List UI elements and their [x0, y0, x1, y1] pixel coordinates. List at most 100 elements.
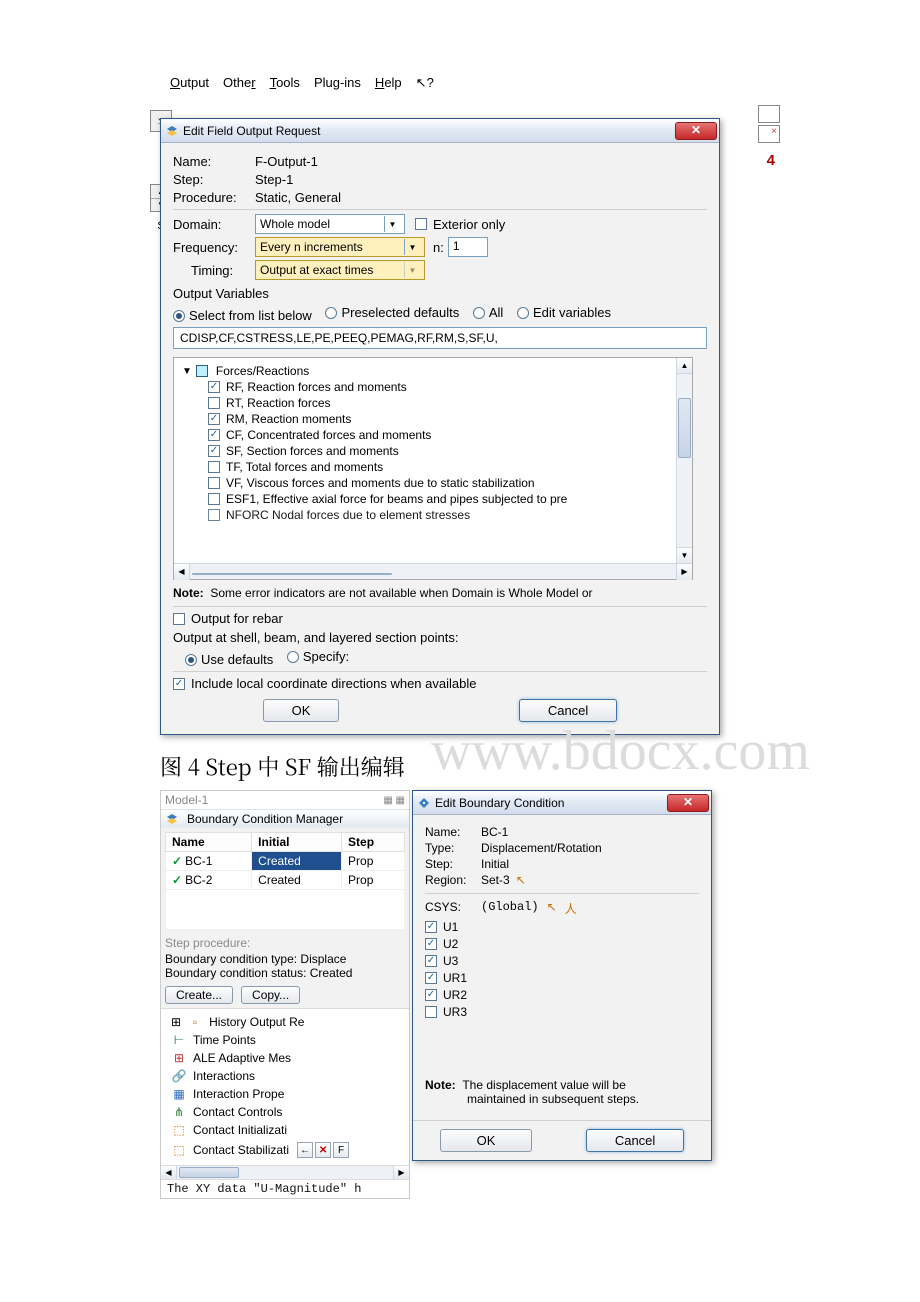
- table-row[interactable]: ✓BC-1 Created Prop: [166, 852, 405, 871]
- radio-specify[interactable]: Specify:: [287, 649, 349, 664]
- radio-select-from-list[interactable]: Select from list below: [173, 308, 312, 323]
- scroll-right-icon[interactable]: ▶: [676, 564, 692, 580]
- ebc-region-value: Set-3: [481, 873, 510, 887]
- tf-checkbox[interactable]: [208, 461, 220, 473]
- tree-history-output[interactable]: ⊞▫History Output Re: [161, 1013, 409, 1031]
- nforc-checkbox[interactable]: [208, 509, 220, 521]
- col-name[interactable]: Name: [166, 833, 252, 852]
- u3-checkbox[interactable]: [425, 955, 437, 967]
- tree-time-points[interactable]: ⊢Time Points: [161, 1031, 409, 1049]
- menu-plugins[interactable]: Plug-ins: [314, 75, 361, 91]
- menu-other[interactable]: Other: [223, 75, 256, 91]
- mini-delete-button[interactable]: ✕: [315, 1142, 331, 1158]
- ebc-cancel-button[interactable]: Cancel: [586, 1129, 684, 1152]
- bc-manager-table[interactable]: Name Initial Step ✓BC-1 Created Prop ✓BC…: [165, 832, 405, 930]
- model-tree-items[interactable]: ⊞▫History Output Re ⊢Time Points ⊞ALE Ad…: [161, 1008, 409, 1165]
- tree-toolbar-icons[interactable]: ▦ ▦: [383, 795, 405, 806]
- esf1-checkbox[interactable]: [208, 493, 220, 505]
- scroll-up-icon[interactable]: ▲: [677, 358, 692, 374]
- menu-help[interactable]: Help: [375, 75, 402, 91]
- main-menubar[interactable]: Output Other Tools Plug-ins Help ↖?: [170, 75, 434, 91]
- figure-caption: 图 4 Step 中 SF 输出编辑: [160, 751, 760, 782]
- col-step[interactable]: Step: [342, 833, 405, 852]
- rt-checkbox[interactable]: [208, 397, 220, 409]
- console-line: The XY data "U-Magnitude" h: [161, 1179, 409, 1198]
- rm-checkbox[interactable]: [208, 413, 220, 425]
- edit-bc-dialog: Edit Boundary Condition ✕ Name:BC-1 Type…: [412, 790, 712, 1161]
- frequency-label: Frequency:: [173, 240, 255, 255]
- menu-whatsthis[interactable]: ↖?: [416, 75, 434, 91]
- ebc-close-button[interactable]: ✕: [667, 794, 709, 812]
- cf-checkbox[interactable]: [208, 429, 220, 441]
- pick-region-icon[interactable]: ↖: [516, 873, 526, 887]
- domain-combo[interactable]: Whole model ▼: [255, 214, 405, 234]
- u2-checkbox[interactable]: [425, 938, 437, 950]
- menu-tools[interactable]: Tools: [270, 75, 300, 91]
- exterior-only-checkbox[interactable]: [415, 218, 427, 230]
- frequency-combo[interactable]: Every n increments ▼: [255, 237, 425, 257]
- vf-checkbox[interactable]: [208, 477, 220, 489]
- chevron-down-icon[interactable]: ▼: [404, 239, 420, 255]
- bc-copy-button[interactable]: Copy...: [241, 986, 300, 1004]
- col-initial[interactable]: Initial: [252, 833, 342, 852]
- tree-hscrollbar[interactable]: ◀ ▶: [161, 1165, 409, 1179]
- tree-interactions[interactable]: 🔗Interactions: [161, 1067, 409, 1085]
- rf-checkbox[interactable]: [208, 381, 220, 393]
- include-local-checkbox[interactable]: [173, 678, 185, 690]
- tree-ale-mesh[interactable]: ⊞ALE Adaptive Mes: [161, 1049, 409, 1067]
- tree-category-forces[interactable]: ▼ Forces/Reactions: [182, 364, 686, 378]
- mini-back-button[interactable]: ←: [297, 1142, 313, 1158]
- ok-button[interactable]: OK: [263, 699, 340, 722]
- hscroll-thumb[interactable]: [192, 573, 392, 575]
- variables-hscrollbar[interactable]: ◀ ▶: [174, 563, 692, 579]
- variables-vscrollbar[interactable]: ▲ ▼: [676, 358, 692, 563]
- note-line: Note: Some error indicators are not avai…: [173, 586, 707, 600]
- domain-label: Domain:: [173, 217, 255, 232]
- chevron-down-icon[interactable]: ▼: [384, 216, 400, 232]
- bc-type-line: Boundary condition type: Displace: [165, 952, 405, 966]
- scroll-left-icon[interactable]: ◀: [161, 1166, 177, 1179]
- radio-preselected[interactable]: Preselected defaults: [325, 305, 459, 320]
- chevron-down-icon[interactable]: ▼: [404, 262, 420, 278]
- ur1-checkbox[interactable]: [425, 972, 437, 984]
- name-label: Name:: [173, 154, 255, 169]
- dialog-close-button[interactable]: ✕: [675, 122, 717, 140]
- ebc-type-label: Type:: [425, 841, 481, 855]
- timing-combo[interactable]: Output at exact times ▼: [255, 260, 425, 280]
- bc-create-button[interactable]: Create...: [165, 986, 233, 1004]
- hscroll-thumb[interactable]: [179, 1167, 239, 1178]
- scroll-down-icon[interactable]: ▼: [677, 547, 692, 563]
- scroll-thumb[interactable]: [678, 398, 691, 458]
- table-row[interactable]: ✓BC-2 Created Prop: [166, 871, 405, 890]
- ebc-name-value: BC-1: [481, 825, 508, 839]
- ebc-note: Note: The displacement value will be mai…: [425, 1078, 699, 1106]
- ebc-step-value: Initial: [481, 857, 509, 871]
- csys-pick-icon[interactable]: ↖: [547, 900, 557, 917]
- dialog-icon: [165, 124, 179, 138]
- scroll-right-icon[interactable]: ▶: [393, 1166, 409, 1179]
- variables-string-input[interactable]: CDISP,CF,CSTRESS,LE,PE,PEEQ,PEMAG,RF,RM,…: [173, 327, 707, 349]
- sf-checkbox[interactable]: [208, 445, 220, 457]
- ur2-checkbox[interactable]: [425, 989, 437, 1001]
- cancel-button[interactable]: Cancel: [519, 699, 617, 722]
- ur3-checkbox[interactable]: [425, 1006, 437, 1018]
- csys-person-icon[interactable]: 人: [565, 900, 577, 917]
- tree-contact-controls[interactable]: ⋔Contact Controls: [161, 1103, 409, 1121]
- tree-contact-stab[interactable]: ⬚Contact Stabilizati ← ✕ F: [161, 1139, 409, 1161]
- output-for-rebar-checkbox[interactable]: [173, 613, 185, 625]
- ebc-icon: [417, 796, 431, 810]
- radio-edit-variables[interactable]: Edit variables: [517, 305, 611, 320]
- tree-interaction-prop[interactable]: ▦Interaction Prope: [161, 1085, 409, 1103]
- variables-tree[interactable]: ▼ Forces/Reactions RF, Reaction forces a…: [173, 357, 693, 580]
- radio-all[interactable]: All: [473, 305, 503, 320]
- u1-checkbox[interactable]: [425, 921, 437, 933]
- mini-filter-button[interactable]: F: [333, 1142, 349, 1158]
- tree-contact-init[interactable]: ⬚Contact Initializati: [161, 1121, 409, 1139]
- radio-use-defaults[interactable]: Use defaults: [185, 652, 273, 667]
- n-input[interactable]: 1: [448, 237, 488, 257]
- scroll-left-icon[interactable]: ◀: [174, 564, 190, 580]
- tree-model-label[interactable]: Model-1: [165, 793, 208, 807]
- ebc-ok-button[interactable]: OK: [440, 1129, 533, 1152]
- triangle-down-icon[interactable]: ▼: [182, 366, 192, 377]
- menu-output[interactable]: Output: [170, 75, 209, 91]
